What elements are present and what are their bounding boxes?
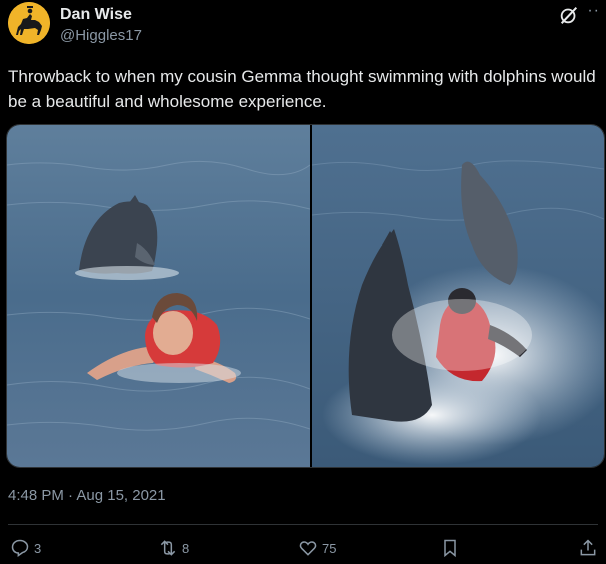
like-count: 75 (322, 540, 337, 556)
photo-calm-swim[interactable] (7, 125, 310, 467)
heart-icon (299, 541, 317, 556)
tweet-timestamp[interactable]: 4:48 PM · Aug 15, 2021 (8, 487, 166, 504)
tweet-media[interactable] (6, 124, 605, 468)
tweet-text: Throwback to when my cousin Gemma though… (8, 67, 596, 111)
retweet-count: 8 (182, 540, 190, 556)
more-icon[interactable]: ·· (587, 2, 600, 20)
avatar[interactable] (8, 2, 50, 44)
photo-dolphin-attack[interactable] (312, 125, 604, 467)
reply-button[interactable]: 3 (10, 536, 41, 560)
reply-count: 3 (34, 540, 42, 556)
tweet-header: Dan Wise @Higgles17 ·· (8, 2, 600, 46)
retweet-icon (160, 540, 176, 556)
bookmark-icon (444, 539, 456, 558)
retweet-button[interactable]: 8 (158, 536, 189, 560)
author-name[interactable]: Dan Wise (60, 6, 132, 24)
action-bar: 3 8 75 (0, 532, 606, 564)
avatar-image (8, 2, 50, 44)
share-button[interactable] (578, 536, 602, 560)
author-handle[interactable]: @Higgles17 (60, 27, 142, 44)
divider (8, 524, 598, 525)
grok-icon[interactable] (558, 4, 580, 26)
like-button[interactable]: 75 (298, 536, 336, 560)
bookmark-button[interactable] (440, 536, 464, 560)
share-icon (580, 539, 596, 556)
reply-icon (11, 539, 29, 557)
